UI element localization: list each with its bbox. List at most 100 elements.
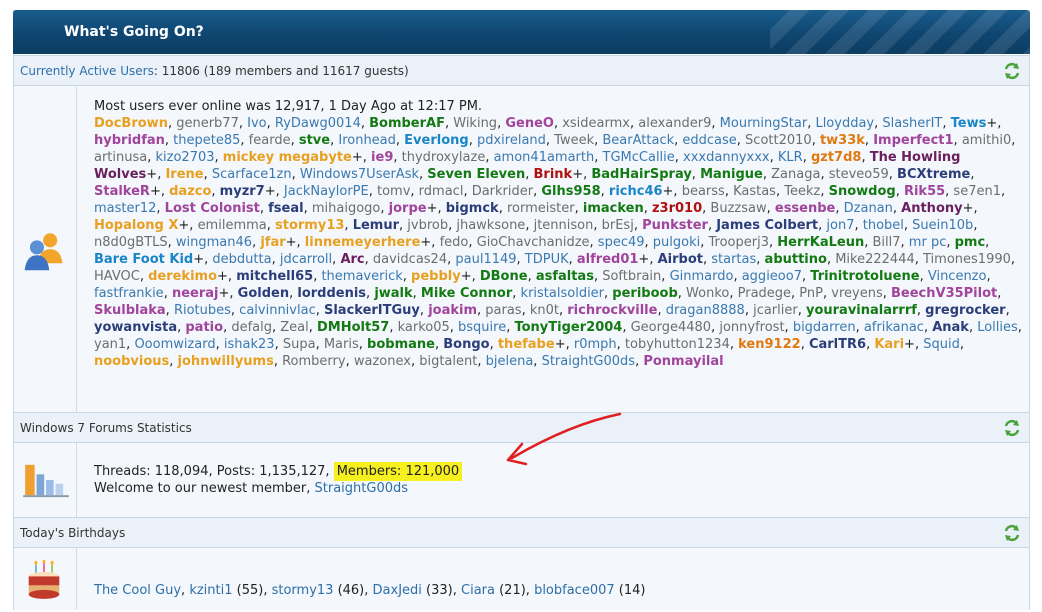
newest-member-link[interactable]: StraightG00ds [315,481,409,496]
online-user-link[interactable]: Darkrider [472,184,533,199]
online-user-link[interactable]: yan1 [94,337,126,352]
online-user-link[interactable]: fearde [249,133,291,148]
online-user-link[interactable]: Punkster [642,218,708,233]
online-user-link[interactable]: Skulblaka [94,303,166,318]
online-user-link[interactable]: ie9 [371,150,393,165]
online-user-link[interactable]: jhawksone [456,218,525,233]
online-user-link[interactable]: Irene [165,167,203,182]
online-user-link[interactable]: BadHairSpray [591,167,691,182]
online-user-link[interactable]: HerrKaLeun [777,235,864,250]
online-user-link[interactable]: Trinitrotoluene [810,269,919,284]
online-user-link[interactable]: RyDawg0014 [275,116,361,131]
online-user-link[interactable]: Glhs958 [541,184,600,199]
online-user-link[interactable]: fedo [440,235,469,250]
online-user-link[interactable]: vreyens [831,286,882,301]
online-user-link[interactable]: patio [185,320,223,335]
online-user-link[interactable]: stve [299,133,330,148]
online-user-link[interactable]: BCXtreme [897,167,970,182]
online-user-link[interactable]: tobyhutton1234 [625,337,730,352]
online-user-link[interactable]: Trooperj3 [709,235,769,250]
online-user-link[interactable]: bearss [682,184,725,199]
online-user-link[interactable]: generb77 [176,116,239,131]
online-user-link[interactable]: bigdarren [793,320,856,335]
online-user-link[interactable]: PnP [799,286,823,301]
online-user-link[interactable]: James Colbert [716,218,818,233]
online-user-link[interactable]: George4480 [631,320,711,335]
online-user-link[interactable]: xsidearmx [562,116,630,131]
online-user-link[interactable]: bobmane [367,337,435,352]
online-user-link[interactable]: Wonko [686,286,729,301]
online-user-link[interactable]: Lost Colonist [165,201,260,216]
online-user-link[interactable]: ken9122 [738,337,801,352]
online-user-link[interactable]: karko05 [398,320,450,335]
online-user-link[interactable]: Teekz [784,184,820,199]
online-user-link[interactable]: mitchell65 [236,269,313,284]
online-user-link[interactable]: Ooomwizard [134,337,215,352]
online-user-link[interactable]: yowanvista [94,320,177,335]
online-user-link[interactable]: kristalsoldier [521,286,604,301]
online-user-link[interactable]: jvbrob [407,218,448,233]
birthday-user-link[interactable]: DaxJedi [373,583,422,598]
online-user-link[interactable]: Rik55 [904,184,945,199]
online-user-link[interactable]: GeneO [505,116,554,131]
online-user-link[interactable]: Ivo [247,116,266,131]
online-user-link[interactable]: wingman46 [176,235,252,250]
online-user-link[interactable]: BearAttack [602,133,674,148]
online-user-link[interactable]: Bongo [443,337,489,352]
online-user-link[interactable]: gregrocker [925,303,1005,318]
online-user-link[interactable]: jdcarroll [280,252,332,267]
online-user-link[interactable]: pmc [955,235,986,250]
online-user-link[interactable]: Pradege [738,286,791,301]
online-user-link[interactable]: Vincenzo [928,269,987,284]
online-user-link[interactable]: StraightG00ds [542,354,636,369]
online-user-link[interactable]: Airbot [658,252,703,267]
online-user-link[interactable]: imacken [583,201,644,216]
online-user-link[interactable]: jcarlier [753,303,798,318]
online-user-link[interactable]: thefabe [498,337,555,352]
online-user-link[interactable]: johnwillyums [178,354,274,369]
online-user-link[interactable]: Snowdog [829,184,896,199]
online-user-link[interactable]: Tews [951,116,987,131]
online-user-link[interactable]: BomberAF [369,116,445,131]
online-user-link[interactable]: hybridfan [94,133,165,148]
online-user-link[interactable]: spec49 [598,235,645,250]
online-user-link[interactable]: se7en1 [953,184,1001,199]
online-user-link[interactable]: defalg [231,320,272,335]
online-user-link[interactable]: master12 [94,201,156,216]
online-user-link[interactable]: thobel [863,218,904,233]
online-user-link[interactable]: TonyTiger2004 [514,320,622,335]
online-user-link[interactable]: thepete85 [173,133,240,148]
online-user-link[interactable]: JackNaylorPE [284,184,369,199]
online-user-link[interactable]: SlasherIT [882,116,942,131]
online-user-link[interactable]: z3r010 [652,201,702,216]
online-user-link[interactable]: Mike222444 [835,252,915,267]
online-user-link[interactable]: noobvious [94,354,169,369]
online-user-link[interactable]: ishak23 [224,337,275,352]
online-user-link[interactable]: kizo2703 [156,150,215,165]
online-user-link[interactable]: Kari [874,337,904,352]
online-user-link[interactable]: davidcas24 [373,252,447,267]
online-user-link[interactable]: Imperfect1 [873,133,953,148]
online-user-link[interactable]: Ironhead [338,133,396,148]
online-user-link[interactable]: Lemur [353,218,399,233]
online-user-link[interactable]: fastfrankie [94,286,164,301]
online-user-link[interactable]: aggieoo7 [742,269,802,284]
online-user-link[interactable]: Ponmayilal [643,354,723,369]
online-user-link[interactable]: debdutta [212,252,271,267]
online-user-link[interactable]: wazonex [354,354,411,369]
online-user-link[interactable]: mihaigogo [312,201,381,216]
online-user-link[interactable]: Manigue [700,167,763,182]
online-user-link[interactable]: Softbrain [602,269,661,284]
online-user-link[interactable]: Hopalong X [94,218,178,233]
online-user-link[interactable]: mr pc [909,235,947,250]
online-user-link[interactable]: Romberry [282,354,345,369]
online-user-link[interactable]: bigtalent [419,354,477,369]
online-user-link[interactable]: MourningStar [720,116,808,131]
online-user-link[interactable]: HAVOC [94,269,140,284]
online-user-link[interactable]: gzt7d8 [811,150,861,165]
online-user-link[interactable]: steveo59 [829,167,889,182]
online-user-link[interactable]: Zeal [280,320,308,335]
online-user-link[interactable]: jtennison [534,218,594,233]
online-user-link[interactable]: dragan8888 [666,303,745,318]
online-user-link[interactable]: amithi0 [962,133,1011,148]
